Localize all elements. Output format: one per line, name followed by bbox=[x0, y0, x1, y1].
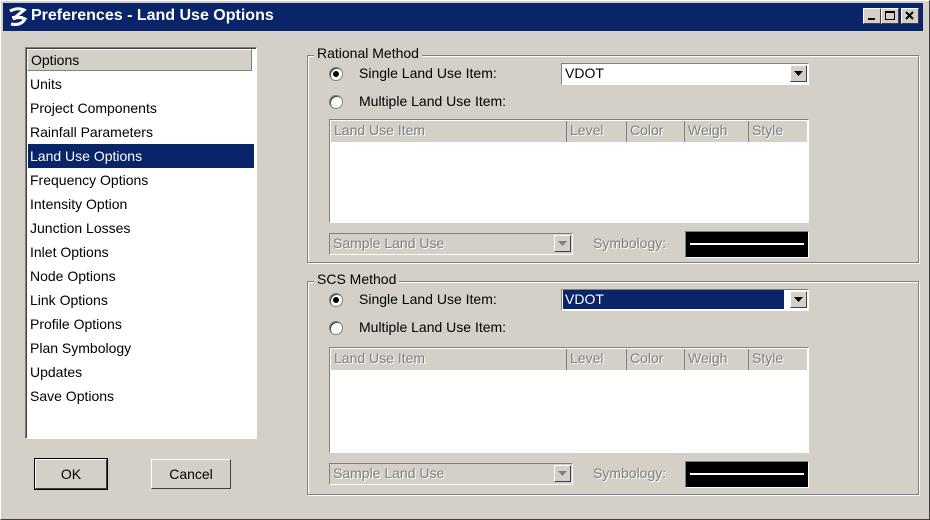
column-level: Level bbox=[567, 121, 627, 142]
scs-sample-value: Sample Land Use bbox=[333, 465, 445, 481]
scs-single-value: VDOT bbox=[563, 290, 784, 309]
options-list[interactable]: Options Units Project Components Rainfal… bbox=[25, 47, 257, 439]
radio-selected-dot bbox=[333, 297, 339, 303]
window-title: Preferences - Land Use Options bbox=[31, 7, 274, 24]
column-land-use-item: Land Use Item bbox=[331, 121, 567, 142]
rational-single-label: Single Land Use Item: bbox=[359, 65, 497, 81]
rational-sample-value: Sample Land Use bbox=[333, 235, 445, 251]
rational-sample-dropdown-button bbox=[554, 235, 571, 252]
column-style: Style bbox=[752, 350, 784, 366]
options-list-header: Options bbox=[27, 49, 252, 71]
chevron-down-icon bbox=[794, 71, 803, 76]
rational-method-legend: Rational Method bbox=[314, 45, 422, 61]
options-item-junction-losses[interactable]: Junction Losses bbox=[28, 216, 254, 240]
options-item-link-options[interactable]: Link Options bbox=[28, 288, 254, 312]
column-color: Color bbox=[627, 349, 685, 370]
scs-single-label: Single Land Use Item: bbox=[359, 291, 497, 307]
options-item-profile-options[interactable]: Profile Options bbox=[28, 312, 254, 336]
scs-multiple-label: Multiple Land Use Item: bbox=[359, 319, 507, 335]
column-style: Style bbox=[752, 122, 784, 138]
scs-symbology-swatch bbox=[685, 461, 809, 488]
rational-single-select[interactable]: VDOT bbox=[561, 63, 809, 85]
options-item-frequency-options[interactable]: Frequency Options bbox=[28, 168, 254, 192]
scs-single-dropdown-button[interactable] bbox=[790, 291, 807, 308]
options-item-plan-symbology[interactable]: Plan Symbology bbox=[28, 336, 254, 360]
column-color: Color bbox=[627, 121, 685, 142]
column-weight: Weigh bbox=[685, 121, 749, 142]
options-item-updates[interactable]: Updates bbox=[28, 360, 254, 384]
scs-multiple-radio[interactable] bbox=[329, 321, 343, 335]
close-icon bbox=[905, 11, 914, 20]
options-item-node-options[interactable]: Node Options bbox=[28, 264, 254, 288]
ok-button[interactable]: OK bbox=[34, 458, 108, 490]
rational-multiple-label: Multiple Land Use Item: bbox=[359, 93, 507, 109]
scs-method-legend: SCS Method bbox=[314, 271, 400, 287]
chevron-down-icon bbox=[558, 241, 567, 246]
rational-sample-land-use-select: Sample Land Use bbox=[329, 233, 573, 255]
chevron-down-icon bbox=[558, 471, 567, 476]
minimize-icon bbox=[868, 18, 875, 20]
options-item-intensity-option[interactable]: Intensity Option bbox=[28, 192, 254, 216]
options-item-inlet-options[interactable]: Inlet Options bbox=[28, 240, 254, 264]
title-bar[interactable]: Preferences - Land Use Options bbox=[3, 3, 923, 31]
app-logo-icon bbox=[9, 7, 28, 26]
options-item-project-components[interactable]: Project Components bbox=[28, 96, 254, 120]
rational-symbology-swatch bbox=[685, 231, 809, 258]
rational-single-value: VDOT bbox=[565, 65, 604, 81]
options-item-units[interactable]: Units bbox=[28, 72, 254, 96]
radio-selected-dot bbox=[333, 71, 339, 77]
rational-land-use-table[interactable]: Land Use Item Level Color Weigh Style bbox=[329, 119, 809, 223]
scs-single-radio[interactable] bbox=[329, 293, 343, 307]
scs-land-use-table[interactable]: Land Use Item Level Color Weigh Style bbox=[329, 347, 809, 453]
options-item-land-use-options[interactable]: Land Use Options bbox=[28, 144, 254, 168]
scs-sample-land-use-select: Sample Land Use bbox=[329, 463, 573, 485]
maximize-icon bbox=[885, 11, 895, 20]
options-item-rainfall-parameters[interactable]: Rainfall Parameters bbox=[28, 120, 254, 144]
rational-symbology-label: Symbology: bbox=[593, 235, 667, 251]
column-land-use-item: Land Use Item bbox=[331, 349, 567, 370]
column-level: Level bbox=[567, 349, 627, 370]
preferences-window: Preferences - Land Use Options Options U… bbox=[0, 0, 930, 520]
chevron-down-icon bbox=[794, 297, 803, 302]
rational-single-radio[interactable] bbox=[329, 67, 343, 81]
rational-multiple-radio[interactable] bbox=[329, 95, 343, 109]
close-button[interactable] bbox=[901, 8, 919, 24]
minimize-button[interactable] bbox=[863, 8, 881, 24]
scs-symbology-label: Symbology: bbox=[593, 465, 667, 481]
column-weight: Weigh bbox=[685, 349, 749, 370]
scs-single-select[interactable]: VDOT bbox=[561, 289, 809, 311]
options-item-save-options[interactable]: Save Options bbox=[28, 384, 254, 408]
rational-single-dropdown-button[interactable] bbox=[790, 65, 807, 82]
cancel-button[interactable]: Cancel bbox=[151, 459, 231, 489]
maximize-button[interactable] bbox=[881, 8, 899, 24]
rational-table-header: Land Use Item Level Color Weigh Style bbox=[331, 121, 807, 142]
scs-sample-dropdown-button bbox=[554, 465, 571, 482]
scs-table-header: Land Use Item Level Color Weigh Style bbox=[331, 349, 807, 370]
